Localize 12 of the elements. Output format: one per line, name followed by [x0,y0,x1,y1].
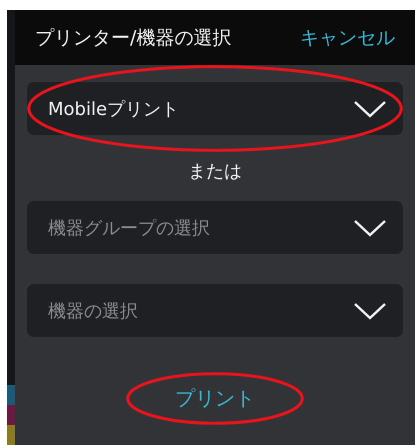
chevron-down-icon [353,302,387,320]
dropdown[interactable]: 機器グループの選択 [27,201,403,254]
cancel-button[interactable]: キャンセル [300,24,395,50]
dropdown-value: Mobileプリント [48,98,180,120]
dialog-title: プリンター/機器の選択 [35,26,232,50]
dropdown[interactable]: Mobileプリント [27,82,403,135]
chevron-down-icon [353,218,387,236]
or-label: または [188,160,242,183]
dropdown-placeholder: 機器グループの選択 [48,216,210,240]
dropdown[interactable]: 機器の選択 [27,284,403,337]
dropdown-placeholder: 機器の選択 [48,300,138,322]
chevron-down-icon [353,100,387,118]
